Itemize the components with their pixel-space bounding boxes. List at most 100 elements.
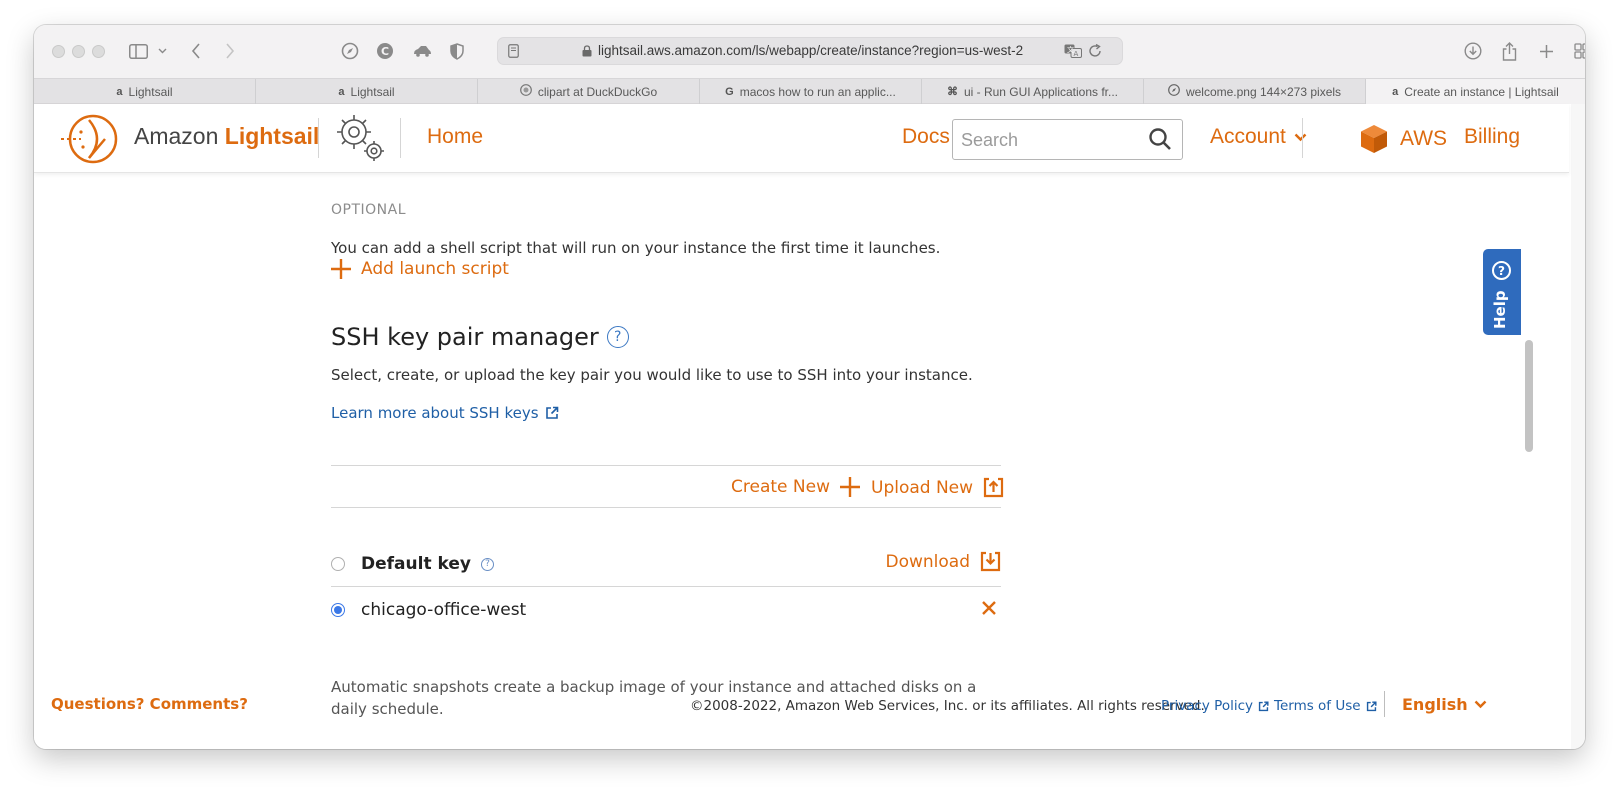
- chevron-down-icon[interactable]: [155, 38, 169, 64]
- minimize-window-button[interactable]: [72, 45, 85, 58]
- car-extension-icon[interactable]: [410, 38, 434, 64]
- key-name: chicago-office-west: [361, 600, 526, 620]
- google-favicon-icon: G: [725, 85, 734, 98]
- terms-label: Terms of Use: [1274, 698, 1361, 714]
- account-menu[interactable]: Account: [1210, 125, 1307, 149]
- external-link-icon: [1366, 700, 1377, 711]
- tab-label: ui - Run GUI Applications fr...: [963, 84, 1119, 99]
- copyright-text: ©2008-2022, Amazon Web Services, Inc. or…: [690, 698, 1205, 714]
- browser-tab[interactable]: clipart at DuckDuckGo: [478, 79, 700, 104]
- amazon-favicon-icon: a: [338, 85, 345, 98]
- upload-new-key-button[interactable]: Upload New: [871, 477, 1004, 498]
- chevron-down-icon: [1474, 700, 1487, 709]
- browser-window: C lightsail.aws.amazon.com/ls/webapp/cre…: [34, 25, 1585, 749]
- tab-label: Lightsail: [128, 84, 173, 99]
- optional-label: OPTIONAL: [331, 202, 407, 218]
- scrollbar-track[interactable]: [1571, 104, 1585, 749]
- header-divider: [318, 118, 319, 158]
- learn-more-ssh-link[interactable]: Learn more about SSH keys: [331, 404, 1001, 422]
- key-radio[interactable]: [331, 557, 345, 571]
- help-question-icon[interactable]: ?: [606, 326, 629, 348]
- browser-tab[interactable]: a Lightsail: [34, 79, 256, 104]
- gear-icon[interactable]: [333, 112, 387, 164]
- logo-text[interactable]: Amazon Lightsail: [134, 123, 319, 150]
- search-box[interactable]: [952, 119, 1183, 160]
- safari-extension-icon[interactable]: [339, 38, 361, 64]
- sidebar-toggle-icon[interactable]: [126, 38, 150, 64]
- search-input[interactable]: [961, 128, 1141, 152]
- tab-label: macos how to run an applic...: [739, 84, 896, 99]
- ssh-title-text: SSH key pair manager: [331, 323, 599, 351]
- forward-icon[interactable]: [220, 38, 240, 64]
- docs-link[interactable]: Docs: [902, 125, 950, 149]
- svg-text:C: C: [381, 45, 389, 58]
- downloads-icon[interactable]: [1462, 38, 1484, 64]
- lock-icon: [582, 45, 592, 57]
- download-label: Download: [885, 551, 970, 572]
- tab-label: welcome.png 144×273 pixels: [1185, 84, 1342, 99]
- chevron-down-icon: [1294, 133, 1307, 141]
- footer: Questions? Comments? ©2008-2022, Amazon …: [34, 681, 1569, 721]
- aws-cube-icon: [1361, 125, 1387, 153]
- footer-divider: [1384, 691, 1385, 717]
- key-name-text: chicago-office-west: [361, 600, 527, 620]
- tab-label: Lightsail: [350, 84, 395, 99]
- privacy-shield-icon[interactable]: [447, 38, 467, 64]
- header-divider: [1302, 118, 1303, 158]
- key-radio-selected[interactable]: [331, 603, 345, 617]
- translate-icon[interactable]: 文A: [1064, 44, 1082, 58]
- tab-bar: a Lightsail a Lightsail clipart at DuckDuc…: [34, 78, 1585, 104]
- share-icon[interactable]: [1499, 38, 1519, 64]
- lightsail-logo-icon[interactable]: [61, 113, 121, 165]
- add-launch-script-button[interactable]: Add launch script: [331, 259, 1001, 279]
- duck-icon: [519, 84, 532, 99]
- main-content: OPTIONAL You can add a shell script that…: [34, 173, 1569, 749]
- key-actions-row: Create New Upload New: [331, 465, 1004, 508]
- home-link[interactable]: Home: [427, 125, 483, 149]
- privacy-label: Privacy Policy: [1161, 698, 1254, 714]
- help-question-icon[interactable]: ?: [480, 557, 494, 571]
- key-row-default[interactable]: Default key ? Download: [331, 542, 1001, 587]
- billing-link[interactable]: Billing: [1464, 125, 1520, 149]
- terms-of-use-link[interactable]: Terms of Use: [1274, 698, 1377, 714]
- download-icon: [980, 551, 1001, 572]
- aws-label: AWS: [1400, 127, 1448, 150]
- reload-icon[interactable]: [1089, 44, 1102, 58]
- launch-script-description: You can add a shell script that will run…: [331, 239, 941, 257]
- browser-tab[interactable]: a Lightsail: [256, 79, 478, 104]
- logo-brand: Lightsail: [224, 123, 320, 149]
- tab-overview-icon[interactable]: [1572, 38, 1585, 64]
- back-icon[interactable]: [186, 38, 206, 64]
- grammarly-extension-icon[interactable]: C: [374, 38, 396, 64]
- browser-tab[interactable]: Gmacos how to run an applic...: [700, 79, 922, 104]
- new-tab-icon[interactable]: [1536, 38, 1556, 64]
- browser-tab[interactable]: ⌘ ui - Run GUI Applications fr...: [922, 79, 1144, 104]
- scrollbar-thumb[interactable]: [1525, 340, 1533, 452]
- address-bar[interactable]: lightsail.aws.amazon.com/ls/webapp/creat…: [497, 37, 1123, 65]
- help-label: Help: [1491, 290, 1509, 329]
- key-name: Default key ?: [361, 554, 494, 574]
- search-icon[interactable]: [1148, 127, 1172, 151]
- create-new-key-button[interactable]: Create New: [731, 477, 860, 497]
- title-bar: C lightsail.aws.amazon.com/ls/webapp/cre…: [34, 25, 1585, 78]
- logo-prefix: Amazon: [134, 123, 219, 149]
- create-new-label: Create New: [731, 477, 830, 497]
- language-selector[interactable]: English: [1402, 695, 1487, 714]
- add-launch-script-label: Add launch script: [361, 259, 509, 279]
- close-window-button[interactable]: [52, 45, 65, 58]
- key-row-chicago[interactable]: chicago-office-west: [331, 588, 1001, 633]
- close-icon[interactable]: [981, 600, 997, 616]
- download-key-button[interactable]: Download: [885, 551, 1001, 572]
- external-link-icon: [545, 406, 558, 419]
- browser-tab[interactable]: welcome.png 144×273 pixels: [1144, 79, 1366, 104]
- tab-label: Create an instance | Lightsail: [1404, 84, 1559, 99]
- privacy-policy-link[interactable]: Privacy Policy: [1161, 698, 1269, 714]
- browser-tab-active[interactable]: a Create an instance | Lightsail: [1366, 79, 1585, 104]
- aws-link[interactable]: AWS: [1360, 124, 1447, 154]
- help-tab[interactable]: ? Help: [1483, 249, 1521, 335]
- zoom-window-button[interactable]: [92, 45, 105, 58]
- questions-comments-link[interactable]: Questions? Comments?: [51, 695, 248, 713]
- amazon-favicon-icon: a: [116, 85, 123, 98]
- ssh-section-title: SSH key pair manager ?: [331, 323, 1001, 351]
- plus-icon: [839, 477, 860, 497]
